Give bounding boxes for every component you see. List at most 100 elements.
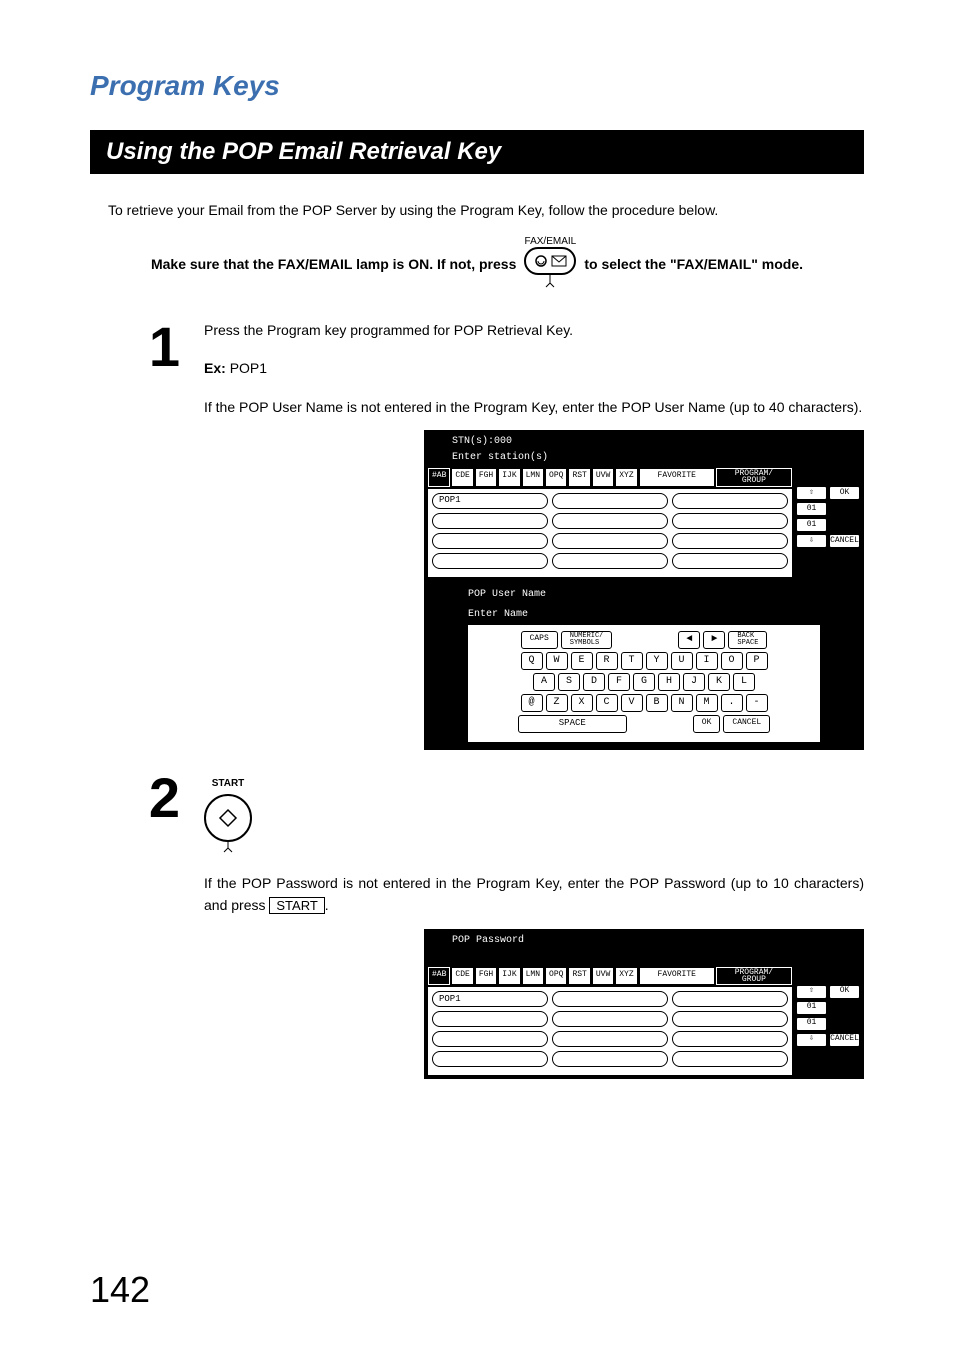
key-dot[interactable]: . — [721, 694, 743, 712]
step-1-line-1: Press the Program key programmed for POP… — [204, 319, 864, 341]
tab-lmn[interactable]: LMN — [522, 967, 544, 985]
key-f[interactable]: F — [608, 673, 630, 691]
key-numeric[interactable]: NUMERIC/ SYMBOLS — [561, 631, 613, 649]
tab-ab[interactable]: #AB — [428, 967, 450, 985]
slot-empty[interactable] — [672, 1011, 788, 1027]
key-u[interactable]: U — [671, 652, 693, 670]
tab-xyz[interactable]: XYZ — [615, 967, 637, 985]
ok-button[interactable]: OK — [829, 486, 860, 500]
tab-ab[interactable]: #AB — [428, 468, 450, 486]
tab-uvw[interactable]: UVW — [592, 967, 614, 985]
slot-empty[interactable] — [552, 493, 668, 509]
key-e[interactable]: E — [571, 652, 593, 670]
section-banner: Using the POP Email Retrieval Key — [90, 130, 864, 174]
tab-program-group[interactable]: PROGRAM/ GROUP — [716, 967, 792, 985]
key-m[interactable]: M — [696, 694, 718, 712]
key-ok[interactable]: OK — [693, 715, 721, 733]
cancel-button[interactable]: CANCEL — [829, 534, 860, 548]
key-l[interactable]: L — [733, 673, 755, 691]
tab-cde[interactable]: CDE — [451, 967, 473, 985]
tab-program-group[interactable]: PROGRAM/ GROUP — [716, 468, 792, 486]
slot-empty[interactable] — [672, 533, 788, 549]
slot-empty[interactable] — [552, 1011, 668, 1027]
key-at[interactable]: @ — [521, 694, 543, 712]
intro-text: To retrieve your Email from the POP Serv… — [108, 202, 864, 218]
key-g[interactable]: G — [633, 673, 655, 691]
slot-empty[interactable] — [552, 991, 668, 1007]
slot-empty[interactable] — [552, 1051, 668, 1067]
page-title: Program Keys — [90, 70, 864, 102]
slot-empty[interactable] — [432, 1011, 548, 1027]
slot-empty[interactable] — [432, 553, 548, 569]
key-v[interactable]: V — [621, 694, 643, 712]
step-1-example: Ex: POP1 — [204, 357, 864, 379]
tab-fgh[interactable]: FGH — [475, 967, 497, 985]
key-q[interactable]: Q — [521, 652, 543, 670]
slot-empty[interactable] — [552, 533, 668, 549]
tab-xyz[interactable]: XYZ — [615, 468, 637, 486]
mode-post: to select the "FAX/EMAIL" mode. — [584, 256, 803, 272]
key-o[interactable]: O — [721, 652, 743, 670]
tab-ijk[interactable]: IJK — [498, 468, 520, 486]
tab-fgh[interactable]: FGH — [475, 468, 497, 486]
tab-ijk[interactable]: IJK — [498, 967, 520, 985]
key-space[interactable]: SPACE — [518, 715, 627, 733]
scroll-up-icon[interactable]: ⇧ — [796, 486, 827, 500]
key-a[interactable]: A — [533, 673, 555, 691]
key-c[interactable]: C — [596, 694, 618, 712]
key-w[interactable]: W — [546, 652, 568, 670]
scroll-up-icon[interactable]: ⇧ — [796, 985, 827, 999]
scroll-down-icon[interactable]: ⇩ — [796, 534, 827, 548]
ex-value: POP1 — [230, 360, 267, 376]
slot-empty[interactable] — [432, 533, 548, 549]
key-r[interactable]: R — [596, 652, 618, 670]
slot-pop1[interactable]: POP1 — [432, 493, 548, 509]
key-s[interactable]: S — [558, 673, 580, 691]
key-x[interactable]: X — [571, 694, 593, 712]
key-i[interactable]: I — [696, 652, 718, 670]
tab-opq[interactable]: OPQ — [545, 468, 567, 486]
tab-favorite[interactable]: FAVORITE — [639, 967, 715, 985]
tab-favorite[interactable]: FAVORITE — [639, 468, 715, 486]
key-b[interactable]: B — [646, 694, 668, 712]
slot-empty[interactable] — [672, 553, 788, 569]
slot-empty[interactable] — [432, 1051, 548, 1067]
key-dash[interactable]: - — [746, 694, 768, 712]
key-right-icon[interactable]: ► — [703, 631, 725, 649]
slot-empty[interactable] — [432, 1031, 548, 1047]
key-caps[interactable]: CAPS — [521, 631, 558, 649]
slot-empty[interactable] — [552, 513, 668, 529]
key-h[interactable]: H — [658, 673, 680, 691]
slot-pop1[interactable]: POP1 — [432, 991, 548, 1007]
slot-empty[interactable] — [672, 1031, 788, 1047]
slot-empty[interactable] — [672, 513, 788, 529]
tab-opq[interactable]: OPQ — [545, 967, 567, 985]
key-z[interactable]: Z — [546, 694, 568, 712]
key-backspace[interactable]: BACK SPACE — [728, 631, 767, 649]
key-p[interactable]: P — [746, 652, 768, 670]
ok-button[interactable]: OK — [829, 985, 860, 999]
tab-rst[interactable]: RST — [568, 468, 590, 486]
slot-empty[interactable] — [552, 1031, 668, 1047]
key-y[interactable]: Y — [646, 652, 668, 670]
screen-2-header: POP Password — [428, 933, 860, 949]
key-cancel[interactable]: CANCEL — [723, 715, 770, 733]
tab-uvw[interactable]: UVW — [592, 468, 614, 486]
tab-rst[interactable]: RST — [568, 967, 590, 985]
key-j[interactable]: J — [683, 673, 705, 691]
key-t[interactable]: T — [621, 652, 643, 670]
scroll-down-icon[interactable]: ⇩ — [796, 1033, 827, 1047]
tab-cde[interactable]: CDE — [451, 468, 473, 486]
key-left-icon[interactable]: ◄ — [678, 631, 700, 649]
cancel-button[interactable]: CANCEL — [829, 1033, 860, 1047]
key-n[interactable]: N — [671, 694, 693, 712]
slot-empty[interactable] — [672, 991, 788, 1007]
key-d[interactable]: D — [583, 673, 605, 691]
key-k[interactable]: K — [708, 673, 730, 691]
slot-empty[interactable] — [672, 1051, 788, 1067]
slot-empty[interactable] — [432, 513, 548, 529]
slot-empty[interactable] — [672, 493, 788, 509]
slot-empty[interactable] — [552, 553, 668, 569]
tab-lmn[interactable]: LMN — [522, 468, 544, 486]
screen-1: STN(s):000 Enter station(s) #AB CDE FGH … — [424, 430, 864, 749]
